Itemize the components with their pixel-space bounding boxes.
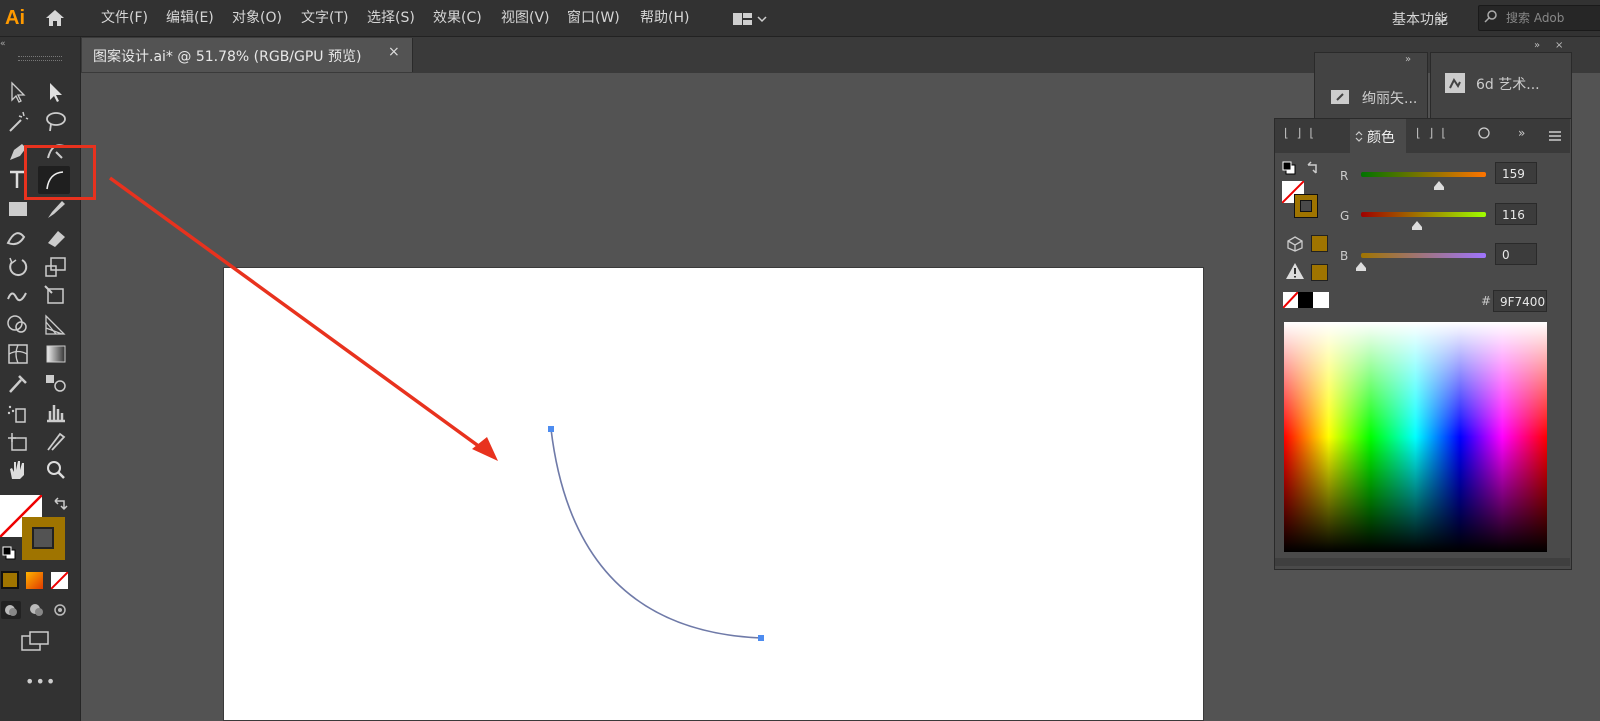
close-panels-icon[interactable]: × xyxy=(1555,40,1563,51)
color-spectrum[interactable] xyxy=(1284,322,1547,552)
b-slider-handle[interactable] xyxy=(1355,257,1367,276)
anchor-point-start[interactable] xyxy=(548,426,554,432)
collapsed-tabs-right[interactable]: ⌊⌋⌊ xyxy=(1416,126,1454,140)
symbol-library-icon xyxy=(1444,72,1466,98)
gamut-swatch[interactable] xyxy=(1311,264,1328,281)
expand-panel-icon[interactable]: » xyxy=(1405,54,1411,65)
panel-menu-icon[interactable] xyxy=(1548,127,1562,146)
black-swatch[interactable] xyxy=(1298,292,1313,308)
collapse-panels-icon[interactable]: » xyxy=(1534,40,1540,51)
hex-hash-label: # xyxy=(1481,294,1492,308)
appearance-tab-icon[interactable] xyxy=(1478,125,1490,145)
brush-library-icon xyxy=(1330,86,1350,110)
arc-path[interactable] xyxy=(550,428,762,639)
white-swatch[interactable] xyxy=(1313,292,1329,308)
hex-value-input[interactable]: 9F7400 xyxy=(1493,290,1547,312)
swap-fill-stroke-icon[interactable] xyxy=(1305,160,1319,179)
r-slider-handle[interactable] xyxy=(1433,176,1445,195)
tab-toggle-icon xyxy=(1354,128,1364,147)
out-of-gamut-warning-icon[interactable] xyxy=(1285,262,1305,284)
color-tab-label: 颜色 xyxy=(1367,130,1395,146)
b-label: B xyxy=(1340,249,1349,263)
panel-b-label[interactable]: 6d 艺术... xyxy=(1476,74,1540,94)
color-panel-resize-bar[interactable] xyxy=(1275,558,1570,566)
out-of-web-gamut-icon[interactable] xyxy=(1287,236,1303,256)
panel-stroke-swatch[interactable] xyxy=(1294,194,1318,218)
none-swatch[interactable] xyxy=(1282,291,1299,309)
g-slider-track[interactable] xyxy=(1361,212,1486,217)
web-safe-swatch[interactable] xyxy=(1311,235,1328,252)
collapsed-tabs-left[interactable]: ⌊⌋⌊ xyxy=(1284,126,1322,140)
r-label: R xyxy=(1340,169,1349,183)
default-fill-stroke-icon[interactable] xyxy=(1282,160,1296,179)
r-value-input[interactable]: 159 xyxy=(1495,162,1537,184)
g-slider-handle[interactable] xyxy=(1411,216,1423,235)
g-label: G xyxy=(1340,209,1350,223)
panel-a-label[interactable]: 绚丽矢... xyxy=(1362,88,1417,108)
anchor-point-end[interactable] xyxy=(758,635,764,641)
annotation-arrow xyxy=(108,176,486,452)
g-value-input[interactable]: 116 xyxy=(1495,203,1537,225)
b-slider-track[interactable] xyxy=(1361,253,1486,258)
r-slider-track[interactable] xyxy=(1361,172,1486,177)
annotation-arrow-head xyxy=(472,437,498,461)
expand-icon[interactable]: » xyxy=(1518,126,1525,140)
b-value-input[interactable]: 0 xyxy=(1495,243,1537,265)
